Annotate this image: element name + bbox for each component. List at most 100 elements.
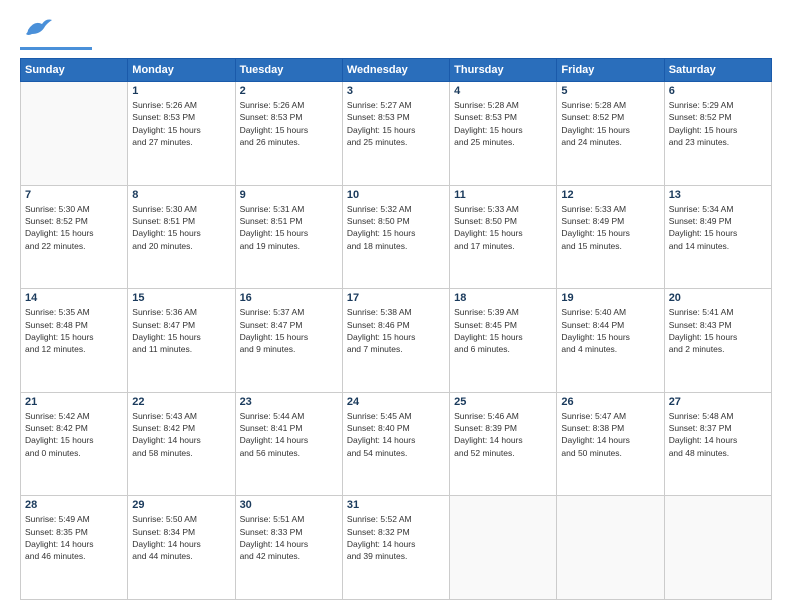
day-number: 13	[669, 189, 767, 201]
day-info: Sunrise: 5:28 AM Sunset: 8:53 PM Dayligh…	[454, 99, 552, 148]
calendar-cell: 16 Sunrise: 5:37 AM Sunset: 8:47 PM Dayli…	[235, 289, 342, 393]
day-info: Sunrise: 5:40 AM Sunset: 8:44 PM Dayligh…	[561, 306, 659, 355]
day-info: Sunrise: 5:32 AM Sunset: 8:50 PM Dayligh…	[347, 203, 445, 252]
day-number: 21	[25, 396, 123, 408]
day-number: 25	[454, 396, 552, 408]
day-info: Sunrise: 5:30 AM Sunset: 8:51 PM Dayligh…	[132, 203, 230, 252]
day-number: 16	[240, 292, 338, 304]
day-number: 27	[669, 396, 767, 408]
weekday-header-friday: Friday	[557, 59, 664, 82]
calendar-cell	[21, 82, 128, 186]
day-info: Sunrise: 5:44 AM Sunset: 8:41 PM Dayligh…	[240, 410, 338, 459]
calendar-cell: 17Sunrise: 5:38 AM Sunset: 8:46 PM Dayli…	[342, 289, 449, 393]
calendar-cell	[664, 496, 771, 600]
calendar-cell	[450, 496, 557, 600]
day-info: Sunrise: 5:30 AM Sunset: 8:52 PM Dayligh…	[25, 203, 123, 252]
day-info: Sunrise: 5:43 AM Sunset: 8:42 PM Dayligh…	[132, 410, 230, 459]
day-number: 29	[132, 499, 230, 511]
day-info: Sunrise: 5:48 AM Sunset: 8:37 PM Dayligh…	[669, 410, 767, 459]
calendar-cell: 8 Sunrise: 5:30 AM Sunset: 8:51 PM Daylig…	[128, 185, 235, 289]
calendar-cell: 27 Sunrise: 5:48 AM Sunset: 8:37 PM Dayli…	[664, 392, 771, 496]
day-info: Sunrise: 5:41 AM Sunset: 8:43 PM Dayligh…	[669, 306, 767, 355]
day-info: Sunrise: 5:37 AM Sunset: 8:47 PM Dayligh…	[240, 306, 338, 355]
day-number: 18	[454, 292, 552, 304]
day-number: 15	[132, 292, 230, 304]
day-number: 20	[669, 292, 767, 304]
day-number: 30	[240, 499, 338, 511]
calendar-cell	[557, 496, 664, 600]
day-info: Sunrise: 5:45 AM Sunset: 8:40 PM Dayligh…	[347, 410, 445, 459]
calendar-week-row: 21 Sunrise: 5:42 AM Sunset: 8:42 PM Dayli…	[21, 392, 772, 496]
day-number: 8	[132, 189, 230, 201]
calendar-cell: 23 Sunrise: 5:44 AM Sunset: 8:41 PM Dayli…	[235, 392, 342, 496]
day-info: Sunrise: 5:26 AM Sunset: 8:53 PM Dayligh…	[240, 99, 338, 148]
day-number: 4	[454, 85, 552, 97]
day-number: 24	[347, 396, 445, 408]
calendar-cell: 31Sunrise: 5:52 AM Sunset: 8:32 PM Dayli…	[342, 496, 449, 600]
day-info: Sunrise: 5:28 AM Sunset: 8:52 PM Dayligh…	[561, 99, 659, 148]
day-info: Sunrise: 5:35 AM Sunset: 8:48 PM Dayligh…	[25, 306, 123, 355]
day-info: Sunrise: 5:50 AM Sunset: 8:34 PM Dayligh…	[132, 513, 230, 562]
day-info: Sunrise: 5:52 AM Sunset: 8:32 PM Dayligh…	[347, 513, 445, 562]
day-info: Sunrise: 5:36 AM Sunset: 8:47 PM Dayligh…	[132, 306, 230, 355]
weekday-header-wednesday: Wednesday	[342, 59, 449, 82]
day-info: Sunrise: 5:27 AM Sunset: 8:53 PM Dayligh…	[347, 99, 445, 148]
day-number: 3	[347, 85, 445, 97]
calendar-week-row: 7 Sunrise: 5:30 AM Sunset: 8:52 PM Daylig…	[21, 185, 772, 289]
day-number: 10	[347, 189, 445, 201]
calendar-cell: 7 Sunrise: 5:30 AM Sunset: 8:52 PM Daylig…	[21, 185, 128, 289]
day-number: 12	[561, 189, 659, 201]
day-info: Sunrise: 5:33 AM Sunset: 8:49 PM Dayligh…	[561, 203, 659, 252]
calendar-cell: 15 Sunrise: 5:36 AM Sunset: 8:47 PM Dayli…	[128, 289, 235, 393]
calendar-cell: 3 Sunrise: 5:27 AM Sunset: 8:53 PM Daylig…	[342, 82, 449, 186]
calendar-table: SundayMondayTuesdayWednesdayThursdayFrid…	[20, 58, 772, 600]
calendar-cell: 1 Sunrise: 5:26 AM Sunset: 8:53 PM Daylig…	[128, 82, 235, 186]
day-info: Sunrise: 5:39 AM Sunset: 8:45 PM Dayligh…	[454, 306, 552, 355]
calendar-cell: 13 Sunrise: 5:34 AM Sunset: 8:49 PM Dayli…	[664, 185, 771, 289]
day-info: Sunrise: 5:26 AM Sunset: 8:53 PM Dayligh…	[132, 99, 230, 148]
calendar-week-row: 14 Sunrise: 5:35 AM Sunset: 8:48 PM Dayli…	[21, 289, 772, 393]
day-info: Sunrise: 5:51 AM Sunset: 8:33 PM Dayligh…	[240, 513, 338, 562]
header	[20, 16, 772, 50]
weekday-header-tuesday: Tuesday	[235, 59, 342, 82]
day-info: Sunrise: 5:34 AM Sunset: 8:49 PM Dayligh…	[669, 203, 767, 252]
calendar-cell: 28 Sunrise: 5:49 AM Sunset: 8:35 PM Dayli…	[21, 496, 128, 600]
day-number: 2	[240, 85, 338, 97]
day-number: 14	[25, 292, 123, 304]
day-number: 19	[561, 292, 659, 304]
calendar-cell: 10 Sunrise: 5:32 AM Sunset: 8:50 PM Dayli…	[342, 185, 449, 289]
day-number: 22	[132, 396, 230, 408]
day-number: 9	[240, 189, 338, 201]
logo-bird-icon	[24, 16, 52, 43]
calendar-cell: 14 Sunrise: 5:35 AM Sunset: 8:48 PM Dayli…	[21, 289, 128, 393]
day-number: 1	[132, 85, 230, 97]
calendar-cell: 12 Sunrise: 5:33 AM Sunset: 8:49 PM Dayli…	[557, 185, 664, 289]
day-info: Sunrise: 5:49 AM Sunset: 8:35 PM Dayligh…	[25, 513, 123, 562]
calendar-cell: 24 Sunrise: 5:45 AM Sunset: 8:40 PM Dayli…	[342, 392, 449, 496]
day-number: 7	[25, 189, 123, 201]
calendar-cell: 2 Sunrise: 5:26 AM Sunset: 8:53 PM Daylig…	[235, 82, 342, 186]
day-number: 5	[561, 85, 659, 97]
calendar-cell: 6 Sunrise: 5:29 AM Sunset: 8:52 PM Daylig…	[664, 82, 771, 186]
logo	[20, 16, 92, 50]
calendar-cell: 18 Sunrise: 5:39 AM Sunset: 8:45 PM Dayli…	[450, 289, 557, 393]
day-info: Sunrise: 5:29 AM Sunset: 8:52 PM Dayligh…	[669, 99, 767, 148]
weekday-header-row: SundayMondayTuesdayWednesdayThursdayFrid…	[21, 59, 772, 82]
day-info: Sunrise: 5:42 AM Sunset: 8:42 PM Dayligh…	[25, 410, 123, 459]
weekday-header-saturday: Saturday	[664, 59, 771, 82]
calendar-week-row: 28 Sunrise: 5:49 AM Sunset: 8:35 PM Dayli…	[21, 496, 772, 600]
day-info: Sunrise: 5:46 AM Sunset: 8:39 PM Dayligh…	[454, 410, 552, 459]
calendar-cell: 5 Sunrise: 5:28 AM Sunset: 8:52 PM Daylig…	[557, 82, 664, 186]
calendar-cell: 25 Sunrise: 5:46 AM Sunset: 8:39 PM Dayli…	[450, 392, 557, 496]
calendar-cell: 22 Sunrise: 5:43 AM Sunset: 8:42 PM Dayli…	[128, 392, 235, 496]
day-number: 28	[25, 499, 123, 511]
weekday-header-thursday: Thursday	[450, 59, 557, 82]
logo-underline	[20, 47, 92, 50]
day-number: 11	[454, 189, 552, 201]
calendar-cell: 4 Sunrise: 5:28 AM Sunset: 8:53 PM Daylig…	[450, 82, 557, 186]
calendar-cell: 19 Sunrise: 5:40 AM Sunset: 8:44 PM Dayli…	[557, 289, 664, 393]
day-number: 6	[669, 85, 767, 97]
calendar-cell: 30 Sunrise: 5:51 AM Sunset: 8:33 PM Dayli…	[235, 496, 342, 600]
weekday-header-monday: Monday	[128, 59, 235, 82]
day-number: 23	[240, 396, 338, 408]
